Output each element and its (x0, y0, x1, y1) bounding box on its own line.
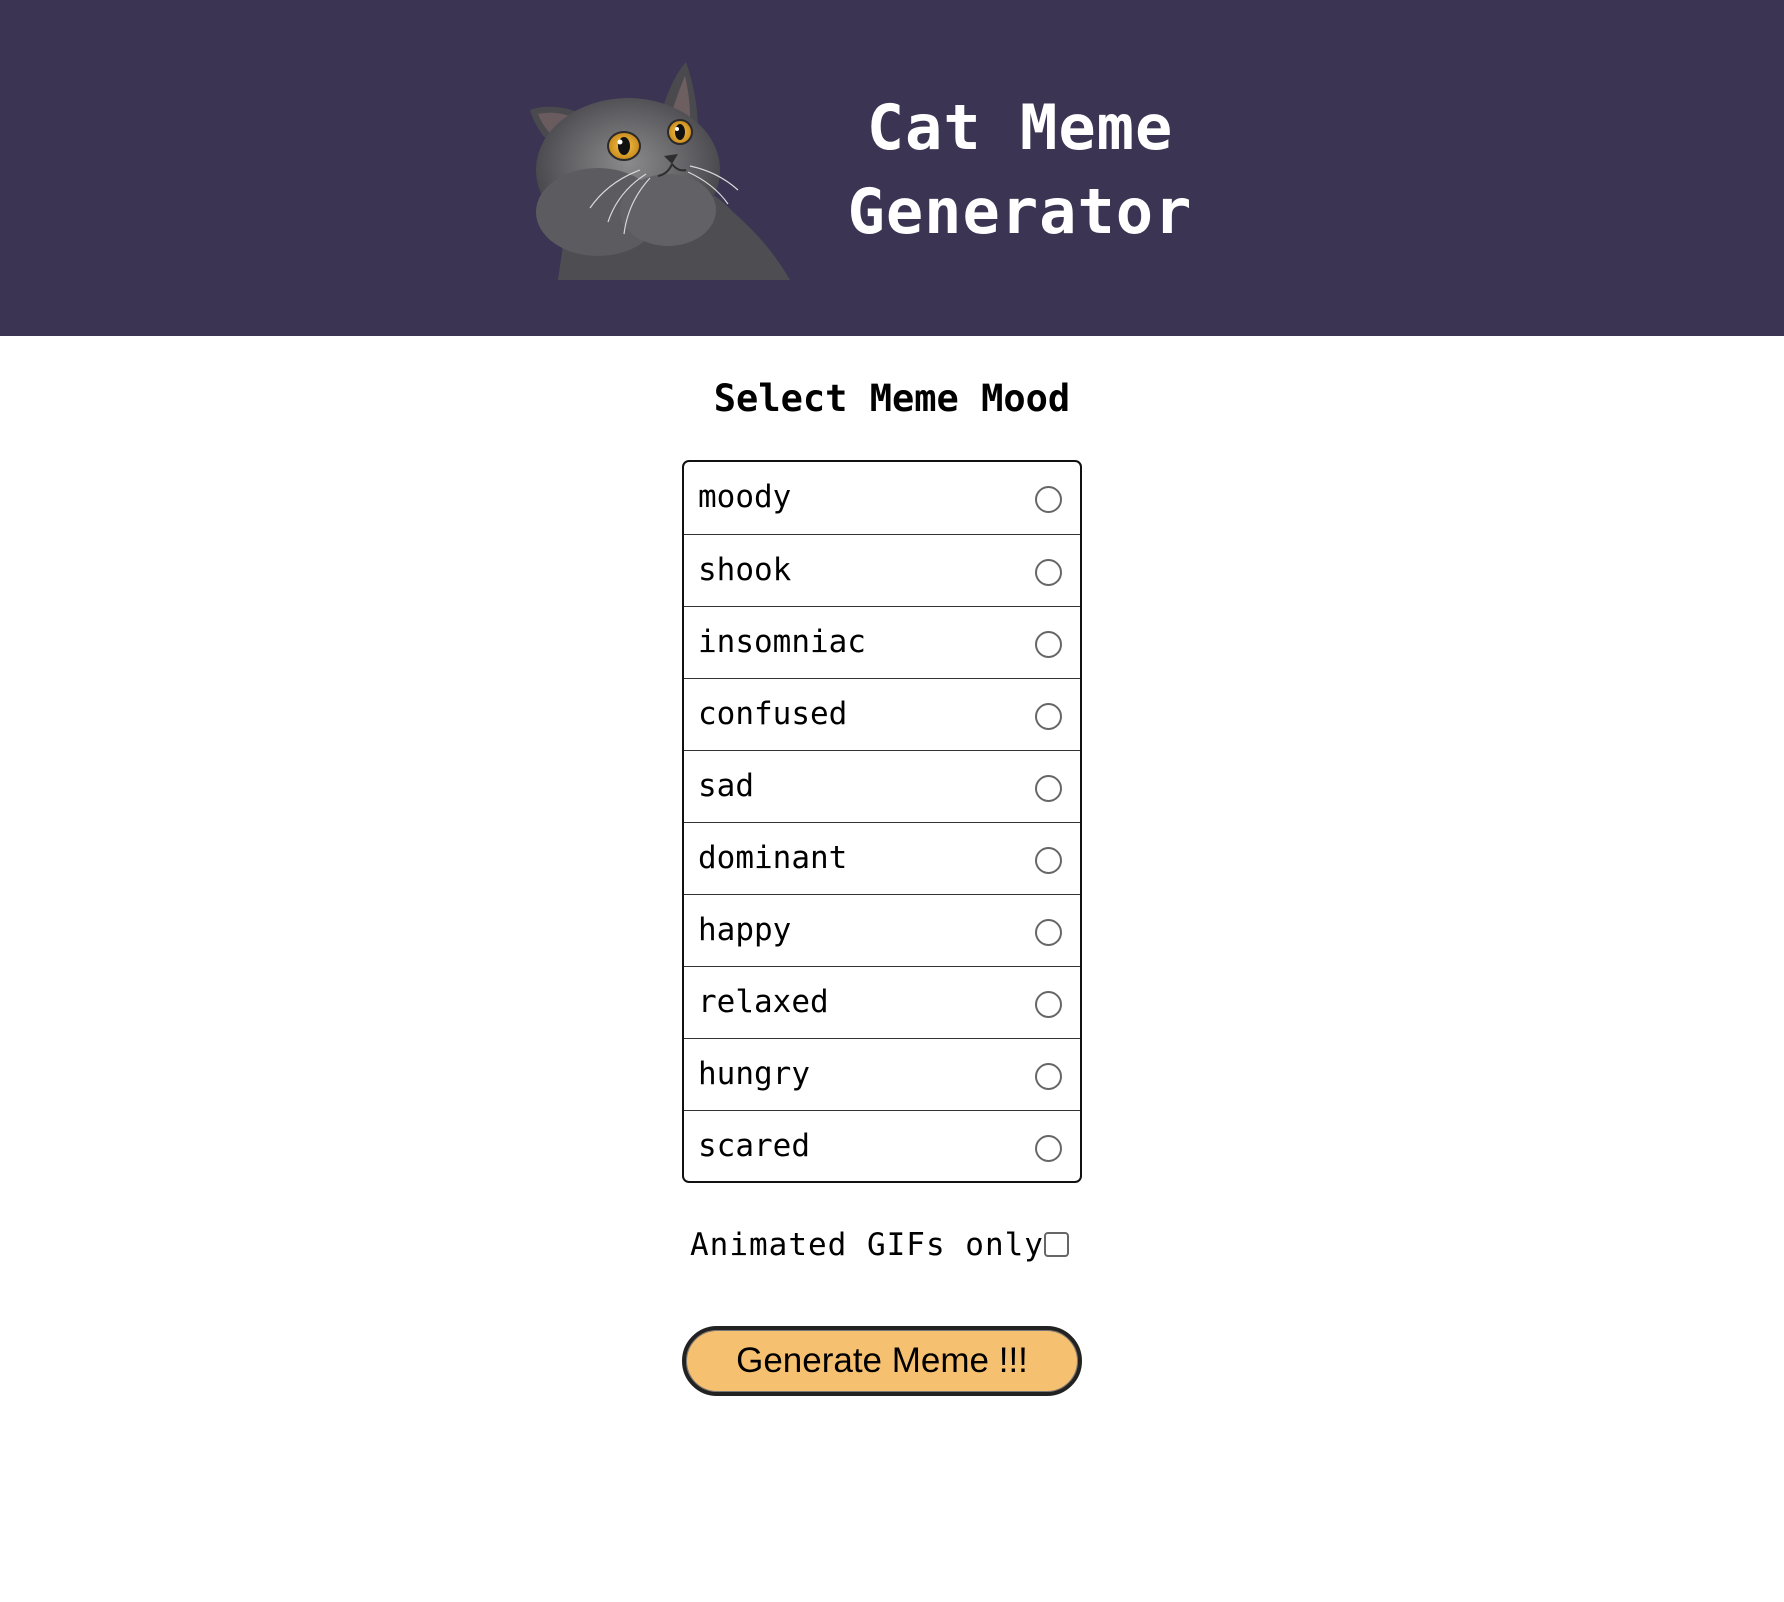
app-title-line2: Generator (847, 175, 1193, 248)
mood-option-dominant[interactable]: dominant (684, 822, 1080, 894)
mood-option-hungry[interactable]: hungry (684, 1038, 1080, 1110)
mood-option-sad[interactable]: sad (684, 750, 1080, 822)
app-title: Cat Meme Generator (830, 86, 1210, 254)
mood-option-insomniac[interactable]: insomniac (684, 606, 1080, 678)
mood-option-label[interactable]: shook (698, 535, 791, 605)
mood-option-scared[interactable]: scared (684, 1110, 1080, 1181)
mood-option-shook[interactable]: shook (684, 534, 1080, 606)
app-title-line1: Cat Meme (866, 91, 1174, 164)
mood-option-relaxed[interactable]: relaxed (684, 966, 1080, 1038)
mood-option-label[interactable]: dominant (698, 823, 847, 893)
mood-radio-button[interactable] (1035, 847, 1062, 874)
gif-filter-label[interactable]: Animated GIFs only (690, 1222, 1044, 1268)
mood-option-happy[interactable]: happy (684, 894, 1080, 966)
mood-option-label[interactable]: happy (698, 895, 791, 965)
mood-option-label[interactable]: hungry (698, 1039, 810, 1109)
mood-option-moody[interactable]: moody (684, 462, 1080, 534)
mood-option-label[interactable]: sad (698, 751, 754, 821)
mood-radio-list: moody shook insomniac confused sad dominant ha… (682, 460, 1082, 1183)
mood-radio-button[interactable] (1035, 991, 1062, 1018)
mood-radio-button[interactable] (1035, 559, 1062, 586)
shocked-cat-icon (530, 62, 790, 280)
mood-radio-button[interactable] (1035, 1135, 1062, 1162)
mood-option-confused[interactable]: confused (684, 678, 1080, 750)
gif-filter-checkbox[interactable] (1044, 1232, 1069, 1257)
app-header: Cat Meme Generator (0, 0, 1784, 336)
mood-option-label[interactable]: relaxed (698, 967, 829, 1037)
mood-option-label[interactable]: confused (698, 679, 847, 749)
mood-radio-button[interactable] (1035, 486, 1062, 513)
mood-radio-button[interactable] (1035, 1063, 1062, 1090)
mood-radio-button[interactable] (1035, 631, 1062, 658)
gif-filter[interactable]: Animated GIFs only (682, 1222, 1082, 1268)
generate-meme-button[interactable]: Generate Meme !!! (682, 1326, 1082, 1396)
mood-radio-button[interactable] (1035, 703, 1062, 730)
mood-heading: Select Meme Mood (713, 377, 1071, 420)
mood-option-label[interactable]: scared (698, 1111, 810, 1181)
mood-radio-button[interactable] (1035, 775, 1062, 802)
mood-option-label[interactable]: insomniac (698, 607, 866, 677)
mood-option-label[interactable]: moody (698, 462, 791, 532)
mood-radio-button[interactable] (1035, 919, 1062, 946)
